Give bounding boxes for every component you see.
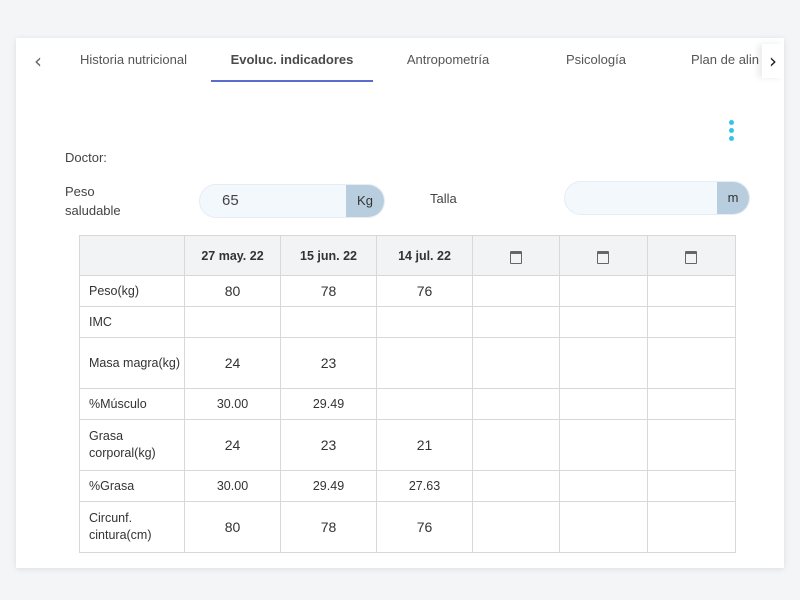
table-cell[interactable]: [647, 419, 736, 471]
table-cell[interactable]: [472, 470, 560, 502]
table-row: Masa magra(kg) 24 23: [79, 337, 736, 389]
table-cell[interactable]: 24: [184, 337, 281, 389]
table-cell[interactable]: [559, 388, 648, 420]
table-cell[interactable]: [647, 501, 736, 553]
row-label: %Grasa: [79, 470, 185, 502]
evolution-card: ‹ Historia nutricional Evoluc. indicador…: [16, 38, 784, 568]
tabs-next-button[interactable]: ›: [762, 44, 784, 78]
header-date-4[interactable]: [472, 235, 560, 276]
table-header-row: 27 may. 22 15 jun. 22 14 jul. 22: [79, 235, 736, 276]
table-cell[interactable]: [559, 419, 648, 471]
table-cell[interactable]: [647, 388, 736, 420]
table-cell[interactable]: 76: [376, 501, 473, 553]
table-row: Circunf. cintura(cm) 80 78 76: [79, 501, 736, 553]
tab-historia-nutricional[interactable]: Historia nutricional: [71, 38, 196, 82]
peso-label-line1: Peso: [65, 184, 95, 199]
talla-unit: m: [717, 182, 749, 214]
table-cell[interactable]: 29.49: [280, 388, 377, 420]
table-cell[interactable]: [559, 275, 648, 307]
table-cell[interactable]: 24: [184, 419, 281, 471]
table-cell[interactable]: 30.00: [184, 470, 281, 502]
table-cell[interactable]: [647, 337, 736, 389]
row-label: IMC: [79, 306, 185, 338]
calendar-icon[interactable]: [597, 250, 610, 265]
table-cell[interactable]: [647, 306, 736, 338]
tab-antropometria[interactable]: Antropometría: [394, 38, 502, 82]
table-cell[interactable]: [559, 306, 648, 338]
row-label: Grasa corporal(kg): [79, 419, 185, 471]
row-label: Masa magra(kg): [79, 337, 185, 389]
peso-label-line2: saludable: [65, 203, 121, 218]
talla-label: Talla: [430, 191, 457, 206]
table-cell[interactable]: [376, 388, 473, 420]
table-cell[interactable]: [559, 501, 648, 553]
doctor-label: Doctor:: [65, 150, 107, 165]
table-row: %Grasa 30.00 29.49 27.63: [79, 470, 736, 502]
indicators-table: 27 may. 22 15 jun. 22 14 jul. 22 Peso(kg…: [79, 235, 736, 553]
row-label: Circunf. cintura(cm): [79, 501, 185, 553]
table-cell[interactable]: [472, 337, 560, 389]
table-cell[interactable]: [559, 470, 648, 502]
tabs-prev-button[interactable]: ‹: [27, 48, 49, 74]
table-cell[interactable]: [559, 337, 648, 389]
header-date-2[interactable]: 15 jun. 22: [280, 235, 377, 276]
table-cell[interactable]: 80: [184, 501, 281, 553]
peso-saludable-label: Peso saludable: [65, 182, 121, 220]
header-date-5[interactable]: [559, 235, 648, 276]
table-cell[interactable]: 21: [376, 419, 473, 471]
table-cell[interactable]: [184, 306, 281, 338]
table-cell[interactable]: [647, 275, 736, 307]
table-cell[interactable]: [472, 388, 560, 420]
table-cell[interactable]: 78: [280, 501, 377, 553]
table-cell[interactable]: [472, 306, 560, 338]
table-cell[interactable]: 78: [280, 275, 377, 307]
table-row: Peso(kg) 80 78 76: [79, 275, 736, 307]
tab-psicologia[interactable]: Psicología: [551, 38, 641, 82]
calendar-icon[interactable]: [685, 250, 698, 265]
table-cell[interactable]: 23: [280, 337, 377, 389]
calendar-icon[interactable]: [509, 250, 523, 265]
peso-saludable-value[interactable]: 65: [222, 185, 239, 217]
table-cell[interactable]: [472, 419, 560, 471]
table-cell[interactable]: 27.63: [376, 470, 473, 502]
more-vertical-icon[interactable]: [727, 120, 737, 142]
tab-plan-alimentacion[interactable]: Plan de alin: [691, 38, 771, 82]
table-cell[interactable]: 30.00: [184, 388, 281, 420]
table-cell[interactable]: 29.49: [280, 470, 377, 502]
active-tab-indicator: [211, 80, 373, 82]
peso-saludable-field[interactable]: 65 Kg: [199, 184, 385, 218]
table-cell[interactable]: [472, 275, 560, 307]
table-row: %Músculo 30.00 29.49: [79, 388, 736, 420]
tab-evoluc-indicadores[interactable]: Evoluc. indicadores: [211, 38, 373, 82]
table-cell[interactable]: [376, 306, 473, 338]
header-date-6[interactable]: [647, 235, 736, 276]
header-date-1[interactable]: 27 may. 22: [184, 235, 281, 276]
tab-bar: ‹ Historia nutricional Evoluc. indicador…: [16, 38, 784, 86]
table-cell[interactable]: 23: [280, 419, 377, 471]
chevron-left-icon: ‹: [34, 49, 42, 73]
header-empty: [79, 235, 185, 276]
table-cell[interactable]: 80: [184, 275, 281, 307]
table-cell[interactable]: [376, 337, 473, 389]
talla-field[interactable]: m: [564, 181, 750, 215]
peso-unit: Kg: [346, 185, 384, 217]
row-label: %Músculo: [79, 388, 185, 420]
table-row: IMC: [79, 306, 736, 338]
table-cell[interactable]: [647, 470, 736, 502]
table-row: Grasa corporal(kg) 24 23 21: [79, 419, 736, 471]
header-date-3[interactable]: 14 jul. 22: [376, 235, 473, 276]
table-cell[interactable]: [472, 501, 560, 553]
table-cell[interactable]: 76: [376, 275, 473, 307]
table-cell[interactable]: [280, 306, 377, 338]
row-label: Peso(kg): [79, 275, 185, 307]
chevron-right-icon: ›: [769, 49, 777, 73]
